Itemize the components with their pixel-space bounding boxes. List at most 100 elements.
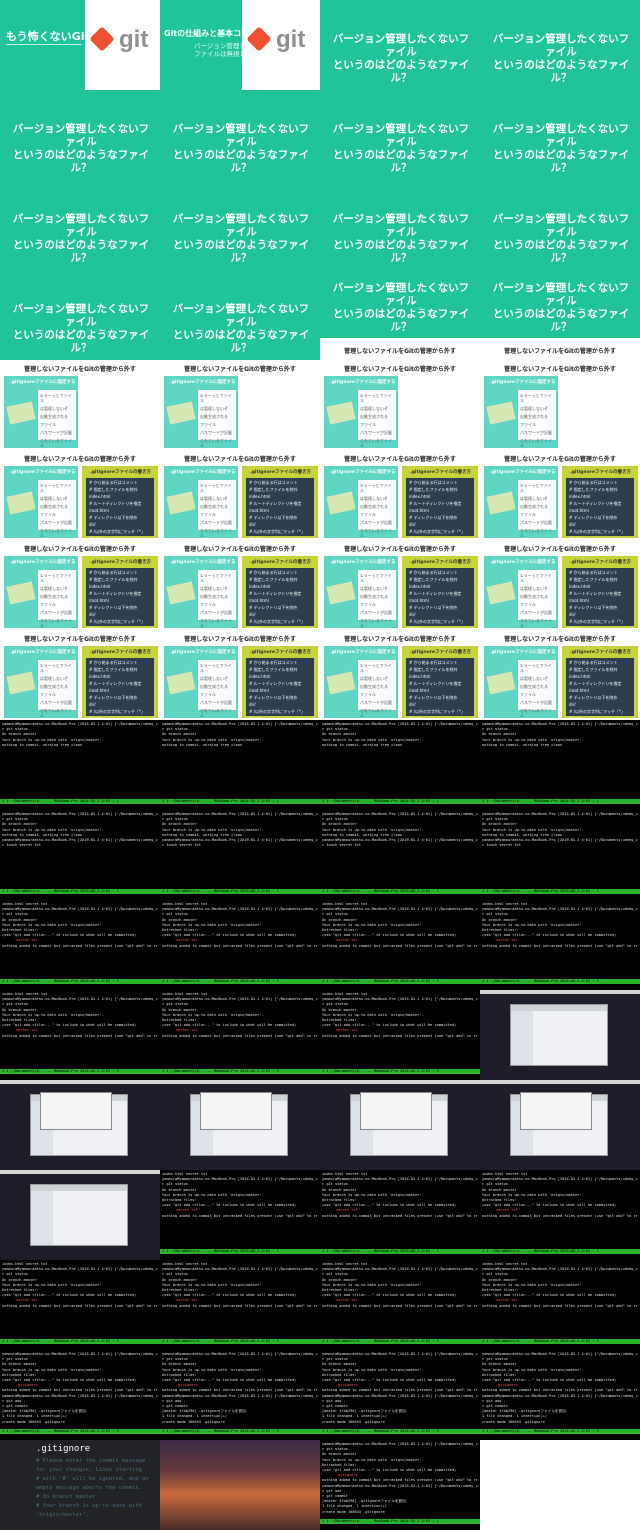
frame-thumbnail[interactable]: index.html secret.txt yamauraMyamauraatsu… xyxy=(0,900,160,990)
frame-thumbnail[interactable]: 管理しないファイルをGitの管理から外す .gitignoreファイルに指定する ①… xyxy=(160,540,320,630)
frame-thumbnail[interactable]: 管理しないファイルをGitの管理から外す .gitignoreファイルに指定する ①… xyxy=(320,630,480,720)
frame-thumbnail[interactable]: yamauraMyamauraatsu-no-MacBook-Pro [2019… xyxy=(320,720,480,810)
frame-thumbnail[interactable]: 管理しないファイルをGitの管理から外す .gitignoreファイルに指定する ①… xyxy=(480,540,640,630)
frame-thumbnail[interactable]: 管理しないファイルをGitの管理から外す .gitignoreファイルに指定する ①… xyxy=(320,450,480,540)
frame-thumbnail[interactable]: 管理しないファイルをGitの管理から外す .gitignoreファイルに指定する ①… xyxy=(480,360,640,450)
frame-thumbnail[interactable]: バージョン管理したくないファイル というのはどのようなファイル？ xyxy=(160,270,320,360)
frame-thumbnail[interactable]: index.html secret.txt yamauraMyamauraatsu… xyxy=(0,1260,160,1350)
frame-thumbnail[interactable]: バージョン管理したくないファイル というのはどのようなファイル？ xyxy=(0,270,160,360)
terminal-line: On branch master xyxy=(2,917,37,922)
terminal-line: nothing to commit, working tree clean xyxy=(2,742,83,747)
status-bar-text: 1 1 ~/Documents/u... -- MacBook-Pro 2019… xyxy=(322,889,439,893)
frame-thumbnail[interactable] xyxy=(480,1440,640,1530)
frame-thumbnail[interactable]: yamauraMyamauraatsu-no-MacBook-Pro [2019… xyxy=(160,1350,320,1440)
frame-thumbnail[interactable]: バージョン管理したくないファイル というのはどのようなファイル？ xyxy=(320,0,480,90)
frame-thumbnail[interactable]: yamauraMyamauraatsu-no-MacBook-Pro [2019… xyxy=(0,720,160,810)
frame-thumbnail[interactable]: index.html secret.txt yamauraMyamauraatsu… xyxy=(160,990,320,1080)
terminal-line: Your branch is up-to-date with 'origin/m… xyxy=(322,1282,424,1287)
frame-thumbnail[interactable]: yamauraMyamauraatsu-no-MacBook-Pro [2019… xyxy=(0,810,160,900)
terminal-line: On branch master xyxy=(322,1007,357,1012)
frame-thumbnail[interactable]: 管理しないファイルをGitの管理から外す .gitignoreファイルに指定する ①… xyxy=(0,360,160,450)
tmux-status-bar: 1 1 ~/Documents/u... -- MacBook-Pro 2019… xyxy=(160,1069,320,1074)
terminal-line: > git status xyxy=(482,912,508,917)
frame-thumbnail[interactable]: yamauraMyamauraatsu-no-MacBook-Pro [2019… xyxy=(480,1350,640,1440)
frame-thumbnail[interactable]: バージョン管理したくないファイル というのはどのようなファイル？ xyxy=(160,90,320,180)
terminal-line: yamauraMyamauraatsu-no-MacBook-Pro [2019… xyxy=(322,1442,478,1446)
frame-thumbnail[interactable]: index.html secret.txt yamauraMyamauraatsu… xyxy=(320,990,480,1080)
frame-thumbnail[interactable]: yamauraMyamauraatsu-no-MacBook-Pro [2019… xyxy=(160,720,320,810)
terminal-line: Untracked files: xyxy=(2,1288,37,1292)
frame-thumbnail[interactable] xyxy=(480,1080,640,1170)
frame-thumbnail[interactable]: index.html secret.txt yamauraMyamauraatsu… xyxy=(0,990,160,1080)
gitignore-illustration xyxy=(326,401,356,425)
card-heading: .gitignoreファイルに指定する xyxy=(330,650,396,655)
frame-thumbnail[interactable]: 管理しないファイルをGitの管理から外す .gitignoreファイルに指定する ①… xyxy=(0,540,160,630)
frame-thumbnail[interactable]: バージョン管理したくないファイル というのはどのようなファイル？ xyxy=(320,180,480,270)
card-heading: .gitignoreファイルに指定する xyxy=(10,560,76,565)
frame-thumbnail[interactable]: index.html secret.txt yamauraMyamauraatsu… xyxy=(320,1170,480,1260)
frame-thumbnail[interactable]: 管理しないファイルをGitの管理から外す バージョン管理したくないファイル というの… xyxy=(320,270,480,360)
frame-thumbnail[interactable] xyxy=(0,1080,160,1170)
card-heading: .gitignoreファイルに指定する xyxy=(170,470,236,475)
terminal-line: nothing added to commit but untracked fi… xyxy=(322,1213,478,1218)
card-list-item: 自動生成される xyxy=(360,504,388,509)
frame-thumbnail[interactable]: もう怖くないGit git xyxy=(0,0,160,90)
frame-thumbnail[interactable]: index.html secret.txt yamauraMyamauraatsu… xyxy=(320,900,480,990)
frame-thumbnail[interactable]: yamauraMyamauraatsu-no-MacBook-Pro [2019… xyxy=(320,810,480,900)
frame-thumbnail[interactable]: yamauraMyamauraatsu-no-MacBook-Pro [2019… xyxy=(480,810,640,900)
frame-thumbnail[interactable]: yamauraMyamauraatsu-no-MacBook-Pro [2019… xyxy=(320,1350,480,1440)
frame-thumbnail[interactable]: Gitの仕組みと基本コマンド バージョン管理しない ファイルは無視しよう git xyxy=(160,0,320,90)
frame-thumbnail[interactable]: バージョン管理したくないファイル というのはどのようなファイル？ xyxy=(160,180,320,270)
frame-thumbnail[interactable]: バージョン管理したくないファイル というのはどのようなファイル？ xyxy=(480,180,640,270)
frame-thumbnail[interactable] xyxy=(320,1080,480,1170)
code-line: # 指定したファイルを除外 xyxy=(89,577,138,582)
frame-thumbnail[interactable]: yamauraMyamauraatsu-no-MacBook-Pro [2019… xyxy=(0,1350,160,1440)
frame-thumbnail[interactable]: バージョン管理したくないファイル というのはどのようなファイル？ xyxy=(0,180,160,270)
terminal-line: Untracked files: xyxy=(322,1018,357,1022)
frame-thumbnail[interactable]: 管理しないファイルをGitの管理から外す .gitignoreファイルに指定する ①… xyxy=(160,450,320,540)
frame-thumbnail[interactable] xyxy=(0,1170,160,1260)
frame-thumbnail[interactable]: index.html secret.txt yamauraMyamauraatsu… xyxy=(480,1260,640,1350)
frame-thumbnail[interactable]: index.html secret.txt yamauraMyamauraatsu… xyxy=(160,1170,320,1260)
frame-thumbnail[interactable]: yamauraMyamauraatsu-no-MacBook-Pro [2019… xyxy=(160,810,320,900)
frame-thumbnail[interactable]: index.html secret.txt yamauraMyamauraatsu… xyxy=(160,1260,320,1350)
card-list-item: ①ラーっとファイル xyxy=(40,573,72,583)
card-list: ①ラーっとファイル は管理しないぞ 自動生成される ファイル パスワードが記載 されている… xyxy=(358,390,396,448)
code-block: # から始まる行はコメント # 指定したファイルを除外 index.html # ルー… xyxy=(406,478,474,540)
frame-thumbnail[interactable]: .gitignore # Please enter the commit mess… xyxy=(0,1440,160,1530)
desktop-wallpaper[interactable] xyxy=(160,1440,320,1530)
terminal-line: index.html secret.txt xyxy=(162,902,208,906)
frame-thumbnail[interactable]: 管理しないファイルをGitの管理から外す .gitignoreファイルに指定する ①… xyxy=(320,540,480,630)
frame-thumbnail[interactable]: index.html secret.txt yamauraMyamauraatsu… xyxy=(160,900,320,990)
frame-thumbnail[interactable]: 管理しないファイルをGitの管理から外す .gitignoreファイルに指定する ①… xyxy=(480,450,640,540)
frame-thumbnail[interactable]: 管理しないファイルをGitの管理から外す .gitignoreファイルに指定する ①… xyxy=(0,450,160,540)
code-line: /root.html xyxy=(89,598,109,603)
frame-thumbnail[interactable]: index.html secret.txt yamauraMyamauraatsu… xyxy=(320,1260,480,1350)
frame-thumbnail[interactable]: 管理しないファイルをGitの管理から外す .gitignoreファイルに指定する ①… xyxy=(160,630,320,720)
terminal-line: Untracked files: xyxy=(322,928,357,932)
frame-thumbnail[interactable]: 管理しないファイルをGitの管理から外す .gitignoreファイルに指定する ①… xyxy=(160,360,320,450)
frame-thumbnail[interactable]: 管理しないファイルをGitの管理から外す .gitignoreファイルに指定する ①… xyxy=(320,360,480,450)
question-line: バージョン管理したくないファイル xyxy=(332,33,470,58)
terminal-line: index.html secret.txt xyxy=(2,902,48,906)
frame-thumbnail[interactable]: バージョン管理したくないファイル というのはどのようなファイル？ xyxy=(320,90,480,180)
frame-thumbnail[interactable] xyxy=(160,1080,320,1170)
status-bar-text: 1 1 ~/Documents/u... -- MacBook-Pro 2019… xyxy=(162,889,279,893)
terminal-line: Untracked files: xyxy=(482,1198,517,1202)
frame-thumbnail[interactable]: 管理しないファイルをGitの管理から外す .gitignoreファイルに指定する ①… xyxy=(0,630,160,720)
frame-thumbnail[interactable]: 管理しないファイルをGitの管理から外す .gitignoreファイルに指定する ①… xyxy=(480,630,640,720)
frame-thumbnail[interactable]: バージョン管理したくないファイル というのはどのようなファイル？ xyxy=(480,0,640,90)
frame-thumbnail[interactable] xyxy=(480,990,640,1080)
frame-thumbnail[interactable]: index.html secret.txt yamauraMyamauraatsu… xyxy=(480,1170,640,1260)
code-line: # 指定したファイルを除外 xyxy=(409,667,458,672)
frame-thumbnail[interactable]: index.html secret.txt yamauraMyamauraatsu… xyxy=(480,900,640,990)
terminal-line: Untracked files: xyxy=(162,1288,197,1292)
status-bar-text: 1 1 ~/Documents/u... -- MacBook-Pro 2019… xyxy=(322,1519,439,1523)
frame-thumbnail[interactable]: yamauraMyamauraatsu-no-MacBook-Pro [2019… xyxy=(480,720,640,810)
frame-thumbnail[interactable]: バージョン管理したくないファイル というのはどのようなファイル？ xyxy=(0,90,160,180)
frame-thumbnail[interactable]: バージョン管理したくないファイル というのはどのようなファイル？ xyxy=(480,90,640,180)
frame-thumbnail[interactable]: yamauraMyamauraatsu-no-MacBook-Pro [2019… xyxy=(320,1440,480,1530)
frame-thumbnail[interactable]: 管理しないファイルをGitの管理から外す バージョン管理したくないファイル というの… xyxy=(480,270,640,360)
card-list: ①ラーっとファイル は管理しないぞ 自動生成される ファイル パスワードが記載 されている… xyxy=(38,480,76,538)
question-line: というのはどのようなファイル？ xyxy=(492,59,630,84)
